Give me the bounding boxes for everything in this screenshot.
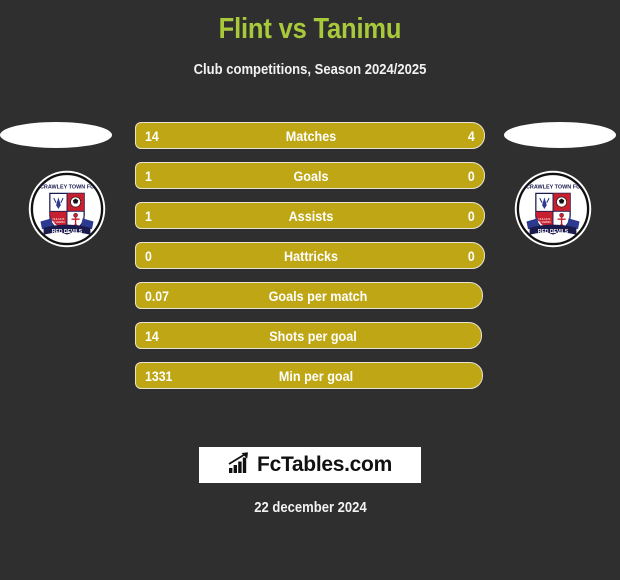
right-team-badge-container: CRAWLEY TOWN FC NULLIUS IN VERBA RED DEV… [498,122,616,262]
bar-chart-growth-icon [228,451,252,479]
page-subtitle: Club competitions, Season 2024/2025 [193,62,427,78]
stat-value-left: 14 [145,328,159,344]
stat-bar: 1 Assists 0 [135,202,485,229]
fctables-logo[interactable]: FcTables.com [199,447,421,483]
report-date: 22 december 2024 [0,500,620,516]
stat-value-left: 14 [145,128,159,144]
stat-bar: 1 Goals 0 [135,162,485,189]
svg-text:CRAWLEY TOWN FC: CRAWLEY TOWN FC [526,185,580,191]
report-date-text: 22 december 2024 [253,500,367,516]
stat-value-right: 0 [468,208,475,224]
stat-label: Goals [293,168,329,184]
fctables-logo-text: FcTables.com [257,453,392,476]
stat-label: Hattricks [284,248,338,264]
stat-value-left: 1331 [145,368,173,384]
stat-row: 1331 Min per goal [135,362,485,389]
stat-row: 14 Matches 4 [135,122,485,149]
stat-value-right: 4 [468,128,475,144]
stat-label: Shots per goal [269,328,357,344]
left-badge-ellipse [0,122,112,148]
stat-bar: 1331 Min per goal [135,362,483,389]
stat-value-left: 0.07 [145,288,169,304]
svg-text:RED DEVILS: RED DEVILS [52,229,83,235]
stat-value-left: 1 [145,208,152,224]
stat-row: 1 Assists 0 [135,202,485,229]
stat-label: Assists [288,208,334,224]
page-title: Flint vs Tanimu [218,13,402,45]
stat-bar: 0.07 Goals per match [135,282,483,309]
stat-row: 0.07 Goals per match [135,282,485,309]
right-badge-ellipse [504,122,616,148]
stat-value-right: 0 [468,248,475,264]
header: Flint vs Tanimu Club competitions, Seaso… [0,0,620,79]
stat-row: 14 Shots per goal [135,322,485,349]
svg-text:IN VERBA: IN VERBA [52,220,65,224]
svg-text:IN VERBA: IN VERBA [538,220,551,224]
left-team-crest-icon: CRAWLEY TOWN FC NULLIUS IN VERBA RED DEV… [28,170,106,248]
stat-bar: 0 Hattricks 0 [135,242,485,269]
stat-label: Goals per match [268,288,368,304]
stat-label: Min per goal [278,368,354,384]
stat-row: 0 Hattricks 0 [135,242,485,269]
stat-label: Matches [285,128,337,144]
svg-text:RED DEVILS: RED DEVILS [538,229,569,235]
stat-bar: 14 Matches 4 [135,122,485,149]
stat-value-left: 1 [145,168,152,184]
stat-value-right: 0 [468,168,475,184]
left-team-badge-container: CRAWLEY TOWN FC NULLIUS IN VERBA RED DEV… [0,122,122,262]
stat-row: 1 Goals 0 [135,162,485,189]
right-team-crest-icon: CRAWLEY TOWN FC NULLIUS IN VERBA RED DEV… [514,170,592,248]
stat-value-left: 0 [145,248,152,264]
svg-text:CRAWLEY TOWN FC: CRAWLEY TOWN FC [40,185,94,191]
stat-bar: 14 Shots per goal [135,322,482,349]
stat-comparison-list: 14 Matches 4 1 Goals 0 1 Assists 0 0 Hattricks 0 0.0… [135,122,485,402]
